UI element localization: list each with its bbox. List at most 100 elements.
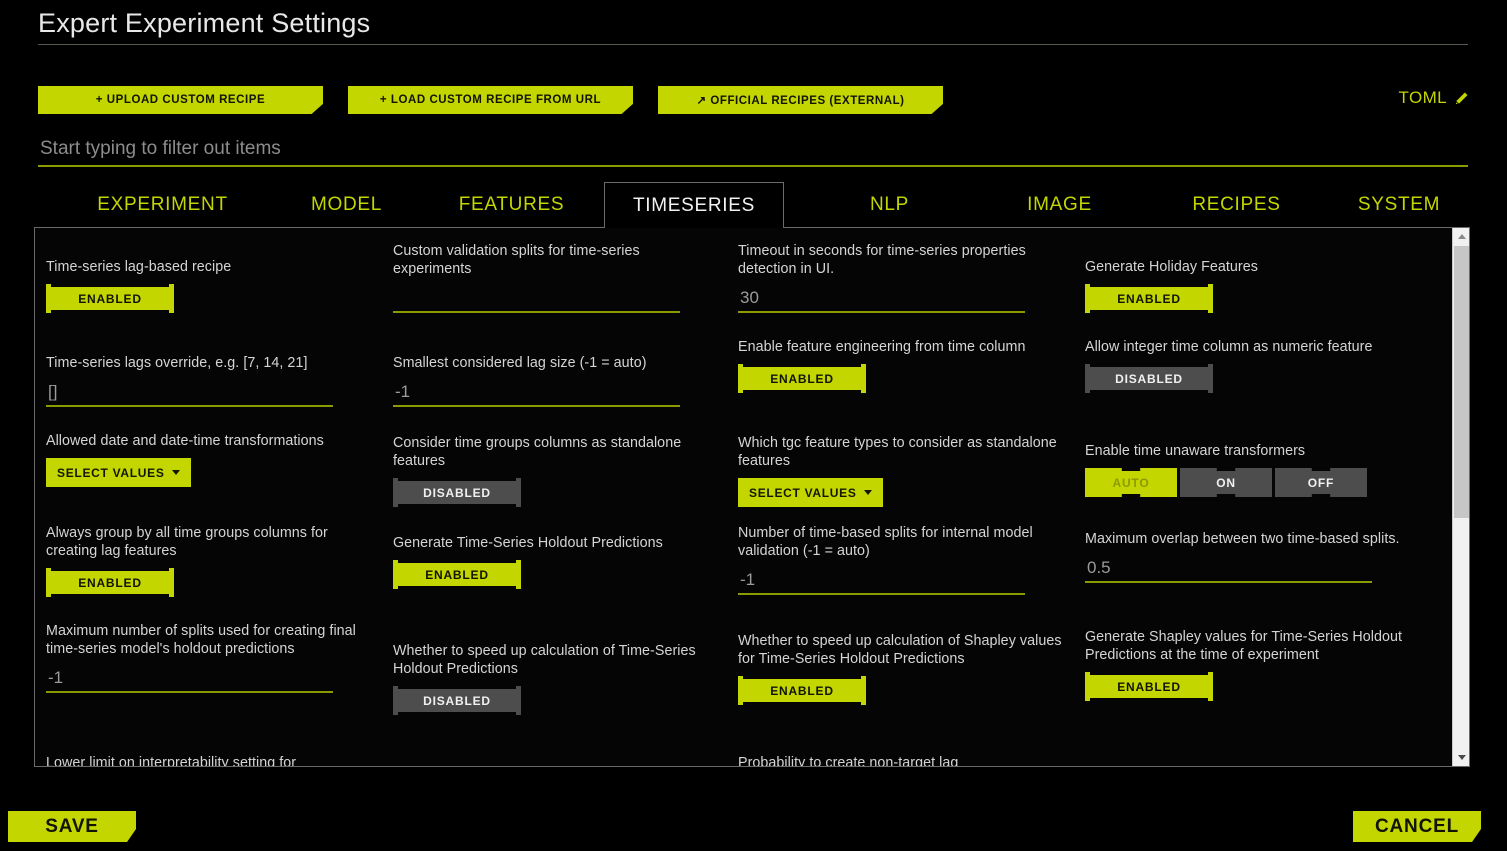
tab-model[interactable]: MODEL xyxy=(274,182,419,227)
toggle-enable-feature-engineering-from-time-column[interactable]: ENABLED xyxy=(738,364,866,393)
setting-label: Whether to speed up calculation of Shapl… xyxy=(738,633,1062,667)
setting-label: Generate Holiday Features xyxy=(1085,259,1258,275)
setting-which-tgc-feature-types-to-consider-as-standalon: Which tgc feature types to consider as s… xyxy=(738,434,1085,507)
toml-label: TOML xyxy=(1398,88,1447,107)
setting-whether-to-speed-up-calculation-of-shapley-value: Whether to speed up calculation of Shapl… xyxy=(738,632,1085,705)
setting-enable-time-unaware-transformers: Enable time unaware transformers AUTO ON OF… xyxy=(1085,442,1435,497)
setting-label: Allow integer time column as numeric fea… xyxy=(1085,339,1373,355)
load-custom-recipe-from-url-button[interactable]: + LOAD CUSTOM RECIPE FROM URL xyxy=(348,86,633,114)
input-time-series-lags-override-e-g-7-14-21[interactable] xyxy=(46,379,333,407)
tab-system[interactable]: SYSTEM xyxy=(1324,182,1474,227)
setting-label: Maximum overlap between two time-based s… xyxy=(1085,531,1400,547)
setting-maximum-overlap-between-two-time-based-splits: Maximum overlap between two time-based s… xyxy=(1085,530,1435,583)
toggle-generate-holiday-features[interactable]: ENABLED xyxy=(1085,284,1213,313)
setting-smallest-considered-lag-size-1-auto: Smallest considered lag size (-1 = auto) xyxy=(393,354,738,407)
setting-label: Maximum number of splits used for creati… xyxy=(46,623,356,657)
setting-label: Always group by all time groups columns … xyxy=(46,525,328,559)
select-values-which-tgc-feature-types-to-consider-as-standalon[interactable]: SELECT VALUES xyxy=(738,478,883,507)
tab-image[interactable]: IMAGE xyxy=(982,182,1137,227)
setting-generate-time-series-holdout-predictions: Generate Time-Series Holdout Predictions… xyxy=(393,534,738,589)
toggle-always-group-by-all-time-groups-columns-for-crea[interactable]: ENABLED xyxy=(46,568,174,597)
caret-down-icon xyxy=(863,490,872,495)
upload-custom-recipe-button[interactable]: + UPLOAD CUSTOM RECIPE xyxy=(38,86,323,114)
setting-label: Timeout in seconds for time-series prope… xyxy=(738,243,1026,277)
setting-label: Time-series lag-based recipe xyxy=(46,259,232,275)
input-maximum-overlap-between-two-time-based-splits[interactable] xyxy=(1085,555,1372,583)
filter-field-wrapper xyxy=(38,138,1468,167)
scroll-down-button[interactable] xyxy=(1453,749,1469,766)
toggle-allow-integer-time-column-as-numeric-feature[interactable]: DISABLED xyxy=(1085,364,1213,393)
settings-scroll-area: Time-series lag-based recipe ENABLED Time-… xyxy=(35,228,1445,766)
setting-enable-feature-engineering-from-time-column: Enable feature engineering from time col… xyxy=(738,338,1085,393)
setting-label: Allowed date and date-time transformatio… xyxy=(46,433,324,449)
chevron-down-icon xyxy=(1457,755,1466,760)
tab-timeseries[interactable]: TIMESERIES xyxy=(604,182,784,228)
setting-label: Enable time unaware transformers xyxy=(1085,443,1306,459)
expert-settings-window: Expert Experiment Settings + UPLOAD CUST… xyxy=(0,0,1507,851)
setting-label: Lower limit on interpretability setting … xyxy=(46,755,297,767)
setting-label: Time-series lags override, e.g. [7, 14, … xyxy=(46,355,308,371)
toml-edit-link[interactable]: TOML xyxy=(1398,88,1469,108)
pencil-icon xyxy=(1454,91,1469,106)
setting-whether-to-speed-up-calculation-of-time-series-h: Whether to speed up calculation of Time-… xyxy=(393,642,738,715)
setting-label: Whether to speed up calculation of Time-… xyxy=(393,643,696,677)
setting-timeout-in-seconds-for-time-series-properties-de: Timeout in seconds for time-series prope… xyxy=(738,242,1085,313)
tab-recipes[interactable]: RECIPES xyxy=(1154,182,1319,227)
settings-panel: Time-series lag-based recipe ENABLED Time-… xyxy=(34,227,1470,767)
setting-maximum-number-of-splits-used-for-creating-final: Maximum number of splits used for creati… xyxy=(46,622,393,693)
select-values-allowed-date-and-date-time-transformations[interactable]: SELECT VALUES xyxy=(46,458,191,487)
cancel-button[interactable]: CANCEL xyxy=(1353,811,1481,842)
toggle-time-series-lag-based-recipe[interactable]: ENABLED xyxy=(46,284,174,313)
setting-allow-integer-time-column-as-numeric-feature: Allow integer time column as numeric fea… xyxy=(1085,338,1435,393)
tab-nlp[interactable]: NLP xyxy=(802,182,977,227)
setting-custom-validation-splits-for-time-series-experim: Custom validation splits for time-series… xyxy=(393,242,738,313)
segment-off[interactable]: OFF xyxy=(1275,468,1367,497)
settings-tabbar: EXPERIMENT MODEL FEATURES TIMESERIES NLP IMAG… xyxy=(34,182,1470,228)
filter-input[interactable] xyxy=(38,138,1468,167)
select-values-label: SELECT VALUES xyxy=(749,485,857,500)
setting-label: Custom validation splits for time-series… xyxy=(393,243,640,277)
input-maximum-number-of-splits-used-for-creating-final[interactable] xyxy=(46,665,333,693)
segmented-enable-time-unaware-transformers: AUTO ON OFF xyxy=(1085,468,1413,497)
setting-label: Probability to create non-target lag xyxy=(738,755,959,767)
toggle-whether-to-speed-up-calculation-of-time-series-h[interactable]: DISABLED xyxy=(393,686,521,715)
setting-label: Smallest considered lag size (-1 = auto) xyxy=(393,355,647,371)
segment-auto[interactable]: AUTO xyxy=(1085,468,1177,497)
input-timeout-in-seconds-for-time-series-properties-de[interactable] xyxy=(738,285,1025,313)
segment-on[interactable]: ON xyxy=(1180,468,1272,497)
vertical-scrollbar[interactable] xyxy=(1452,228,1469,766)
setting-label: Which tgc feature types to consider as s… xyxy=(738,435,1057,469)
select-values-label: SELECT VALUES xyxy=(57,465,165,480)
toggle-consider-time-groups-columns-as-standalone-featu[interactable]: DISABLED xyxy=(393,478,521,507)
caret-down-icon xyxy=(171,470,180,475)
page-title: Expert Experiment Settings xyxy=(38,8,371,38)
setting-label: Consider time groups columns as standalo… xyxy=(393,435,682,469)
setting-time-series-lags-override-e-g-7-14-21: Time-series lags override, e.g. [7, 14, … xyxy=(46,354,393,407)
input-number-of-time-based-splits-for-internal-model-v[interactable] xyxy=(738,567,1025,595)
setting-label: Generate Shapley values for Time-Series … xyxy=(1085,629,1403,663)
toggle-generate-time-series-holdout-predictions[interactable]: ENABLED xyxy=(393,560,521,589)
setting-label: Generate Time-Series Holdout Predictions xyxy=(393,535,663,551)
chevron-up-icon xyxy=(1457,234,1466,239)
setting-allowed-date-and-date-time-transformations: Allowed date and date-time transformatio… xyxy=(46,432,393,487)
setting-time-series-lag-based-recipe: Time-series lag-based recipe ENABLED xyxy=(46,258,393,313)
setting-number-of-time-based-splits-for-internal-model-v: Number of time-based splits for internal… xyxy=(738,524,1085,595)
setting-lower-limit-on-interpretability-setting-for: Lower limit on interpretability setting … xyxy=(46,754,393,767)
tab-experiment[interactable]: EXPERIMENT xyxy=(70,182,255,227)
setting-probability-to-create-non-target-lag: Probability to create non-target lag xyxy=(738,754,1085,767)
setting-consider-time-groups-columns-as-standalone-featu: Consider time groups columns as standalo… xyxy=(393,434,738,507)
input-smallest-considered-lag-size-1-auto[interactable] xyxy=(393,379,680,407)
scroll-up-button[interactable] xyxy=(1453,228,1469,245)
setting-always-group-by-all-time-groups-columns-for-crea: Always group by all time groups columns … xyxy=(46,524,393,597)
official-recipes-external-button[interactable]: ↗ OFFICIAL RECIPES (EXTERNAL) xyxy=(658,86,943,114)
save-button[interactable]: SAVE xyxy=(8,811,136,842)
setting-label: Number of time-based splits for internal… xyxy=(738,525,1033,559)
toggle-whether-to-speed-up-calculation-of-shapley-value[interactable]: ENABLED xyxy=(738,676,866,705)
toggle-generate-shapley-values-for-time-series-holdout-[interactable]: ENABLED xyxy=(1085,672,1213,701)
setting-generate-holiday-features: Generate Holiday Features ENABLED xyxy=(1085,258,1435,313)
setting-generate-shapley-values-for-time-series-holdout-: Generate Shapley values for Time-Series … xyxy=(1085,628,1435,701)
setting-label: Enable feature engineering from time col… xyxy=(738,339,1026,355)
tab-features[interactable]: FEATURES xyxy=(434,182,589,227)
input-custom-validation-splits-for-time-series-experim[interactable] xyxy=(393,285,680,313)
scrollbar-thumb[interactable] xyxy=(1454,246,1469,518)
